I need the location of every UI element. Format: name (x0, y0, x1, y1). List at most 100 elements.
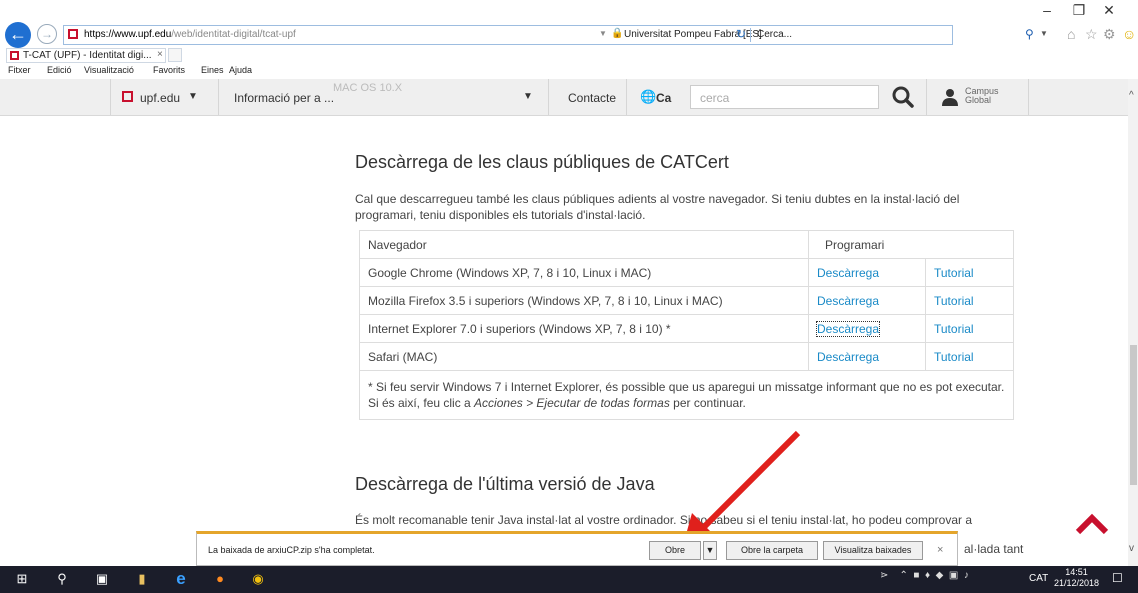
globe-icon[interactable]: 🌐 (640, 89, 656, 105)
clock[interactable]: 14:51 21/12/2018 (1054, 567, 1099, 589)
menu-view[interactable]: Visualització (84, 65, 134, 75)
browser-name: Google Chrome (Windows XP, 7, 8 i 10, Li… (359, 258, 809, 287)
open-folder-button[interactable]: Obre la carpeta (726, 541, 818, 560)
download-message: La baixada de arxiuCP.zip s'ha completat… (208, 545, 375, 555)
back-button[interactable]: ← (5, 22, 31, 48)
clock-date: 21/12/2018 (1054, 578, 1100, 588)
download-link[interactable]: Descàrrega (817, 294, 879, 308)
chevron-down-icon[interactable]: ▼ (188, 91, 198, 102)
table-row: Internet Explorer 7.0 i superiors (Windo… (359, 314, 1014, 343)
tutorial-link[interactable]: Tutorial (934, 266, 974, 280)
favicon-icon (68, 29, 78, 39)
campus-global-link[interactable]: Campus Global (965, 87, 999, 105)
tutorial-link[interactable]: Tutorial (934, 322, 974, 336)
menu-file[interactable]: Fitxer (8, 65, 31, 75)
scrollbar-thumb[interactable] (1130, 345, 1137, 485)
nav-upf-link[interactable]: upf.edu (140, 91, 180, 105)
table-row: Safari (MAC) Descàrrega Tutorial (359, 342, 1014, 371)
tutorial-link[interactable]: Tutorial (934, 350, 974, 364)
browser-search-input[interactable]: Cerca... (757, 29, 792, 40)
site-search-input[interactable]: cerca (690, 85, 879, 109)
file-explorer-icon[interactable]: ▮ (132, 569, 152, 589)
view-downloads-button[interactable]: Visualitza baixades (823, 541, 923, 560)
section-title-catcert: Descàrrega de les claus públiques de CAT… (355, 152, 729, 172)
table-row: Google Chrome (Windows XP, 7, 8 i 10, Li… (359, 258, 1014, 287)
firefox-icon[interactable]: ● (210, 569, 230, 589)
search-placeholder: cerca (700, 91, 730, 105)
table-note: * Si feu servir Windows 7 i Internet Exp… (359, 370, 1014, 420)
header-browser: Navegador (359, 230, 809, 259)
chevron-down-icon[interactable]: ▼ (523, 91, 533, 102)
smiley-feedback-icon[interactable]: ☺ (1122, 26, 1136, 42)
lock-icon[interactable]: 🔒 (611, 28, 623, 39)
browser-name: Safari (MAC) (359, 342, 809, 371)
menu-favorites[interactable]: Favorits (153, 65, 185, 75)
back-to-top-icon[interactable] (1074, 512, 1110, 536)
search-icon[interactable]: ⚲ (1025, 27, 1034, 41)
browser-name: Mozilla Firefox 3.5 i superiors (Windows… (359, 286, 809, 315)
download-link[interactable]: Descàrrega (817, 266, 879, 280)
scroll-down-icon[interactable]: v (1129, 543, 1134, 554)
menu-edit[interactable]: Edició (47, 65, 72, 75)
address-bar[interactable]: https://www.upf.edu/web/identitat-digita… (63, 25, 953, 45)
settings-gear-icon[interactable]: ⚙ (1103, 26, 1116, 43)
downloads-table: Navegador Programari Google Chrome (Wind… (359, 230, 1014, 420)
divider (218, 79, 219, 115)
internet-explorer-icon[interactable]: e (171, 569, 191, 589)
search-icon[interactable]: ⚲ (52, 569, 72, 589)
divider (548, 79, 549, 115)
scrollbar[interactable] (1128, 79, 1138, 566)
windows-start-icon[interactable]: ⊞ (12, 569, 32, 589)
search-icon[interactable] (890, 84, 916, 110)
nav-info-dropdown[interactable]: Informació per a ... (234, 91, 334, 105)
restore-icon[interactable]: ❐ (1064, 2, 1094, 19)
menu-help[interactable]: Ajuda (229, 65, 252, 75)
browser-name: Internet Explorer 7.0 i superiors (Windo… (359, 314, 809, 343)
url-dropdown-icon[interactable]: ▼ (599, 29, 607, 38)
divider (750, 28, 751, 42)
campus-label-2: Global (965, 95, 992, 105)
task-view-icon[interactable]: ▣ (92, 569, 112, 589)
divider (1028, 79, 1029, 115)
refresh-icon[interactable]: ↻ (736, 27, 746, 41)
tab-title: T-CAT (UPF) - Identitat digi... (23, 50, 152, 61)
minimize-icon[interactable]: – (1032, 2, 1062, 18)
close-icon[interactable]: × (937, 544, 943, 556)
notifications-icon[interactable]: ☐ (1112, 571, 1123, 585)
section-intro: Cal que descarregueu també les claus púb… (355, 192, 960, 222)
new-tab-button[interactable] (168, 48, 182, 62)
divider (926, 79, 927, 115)
download-notification-bar: La baixada de arxiuCP.zip s'ha completat… (196, 531, 958, 566)
system-tray-icons[interactable]: ⋗ ⌃ ■ ♦ ◆ ▣ ♪ (880, 570, 969, 581)
tab-favicon-icon (10, 51, 19, 60)
table-note-row: * Si feu servir Windows 7 i Internet Exp… (359, 370, 1014, 420)
search-dropdown-icon[interactable]: ▼ (1040, 29, 1048, 38)
tab-close-icon[interactable]: × (157, 49, 163, 60)
menu-tools[interactable]: Eines (201, 65, 224, 75)
nav-contact-link[interactable]: Contacte (568, 91, 616, 105)
language-selector[interactable]: Ca (656, 91, 671, 105)
clock-time: 14:51 (1065, 567, 1088, 577)
divider (626, 79, 627, 115)
open-button[interactable]: Obre (649, 541, 701, 560)
input-language[interactable]: CAT (1029, 573, 1048, 584)
user-icon[interactable] (941, 88, 959, 106)
browser-tab[interactable]: T-CAT (UPF) - Identitat digi... × (6, 48, 166, 63)
table-header-row: Navegador Programari (359, 230, 1014, 259)
download-link-ie[interactable]: Descàrrega (815, 320, 881, 337)
java-text-tail: al·lada tant (964, 542, 1024, 556)
forward-button[interactable]: → (37, 24, 57, 44)
download-link[interactable]: Descàrrega (817, 350, 879, 364)
home-icon[interactable]: ⌂ (1067, 26, 1075, 42)
close-window-icon[interactable]: ✕ (1094, 2, 1124, 19)
favorites-star-icon[interactable]: ☆ (1085, 26, 1098, 43)
divider (110, 79, 111, 115)
header-software: Programari (808, 230, 1014, 259)
chrome-icon[interactable]: ◉ (248, 569, 268, 589)
upf-logo-icon (122, 91, 133, 102)
ghost-text: MAC OS 10.X (333, 82, 403, 94)
scroll-up-icon[interactable]: ^ (1129, 90, 1134, 101)
tutorial-link[interactable]: Tutorial (934, 294, 974, 308)
url-text[interactable]: https://www.upf.edu/web/identitat-digita… (84, 29, 296, 40)
open-options-dropdown[interactable]: ▼ (703, 541, 717, 560)
